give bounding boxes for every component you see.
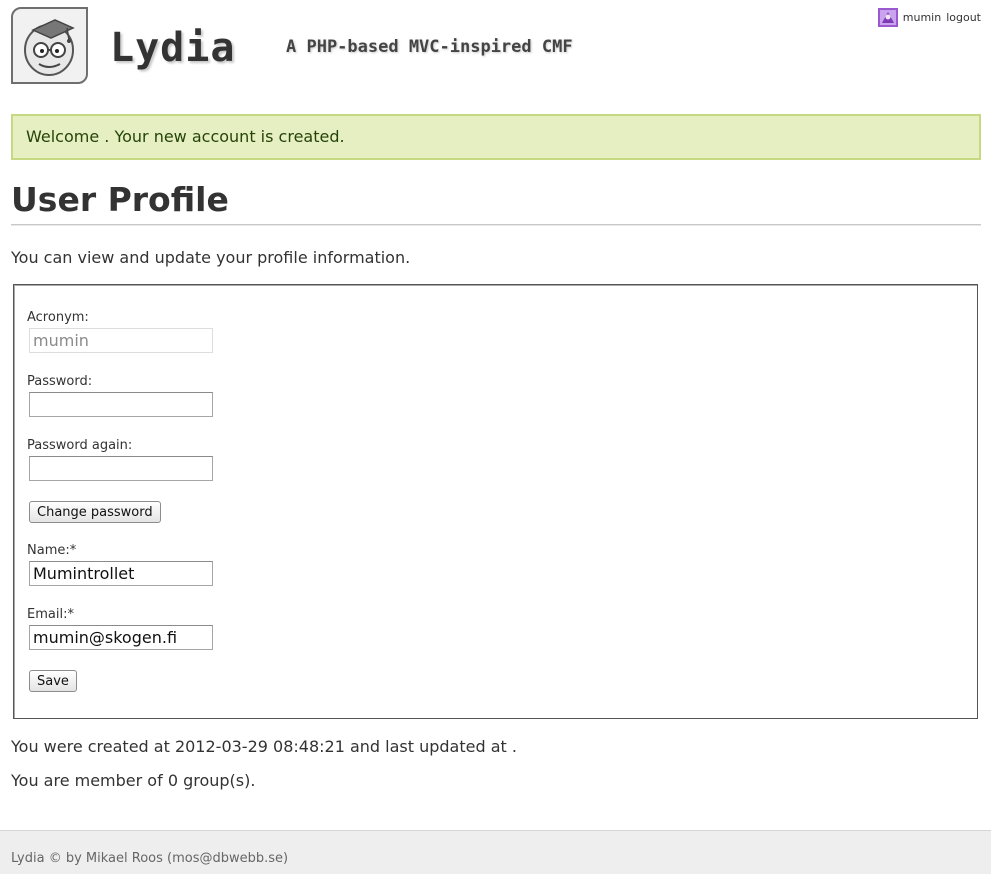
- logout-link[interactable]: logout: [946, 11, 981, 24]
- password-label: Password:: [27, 374, 93, 389]
- name-label: Name:*: [27, 543, 77, 558]
- acronym-field[interactable]: [29, 328, 213, 353]
- site-logo[interactable]: [11, 7, 88, 84]
- site-footer: Lydia © by Mikael Roos (mos@dbwebb.se): [0, 830, 991, 874]
- acronym-label: Acronym:: [27, 310, 89, 325]
- save-button[interactable]: Save: [29, 670, 77, 692]
- password-again-label: Password again:: [27, 438, 133, 453]
- title-divider: [11, 224, 981, 226]
- gravatar-icon[interactable]: [877, 8, 898, 27]
- page-title: User Profile: [11, 180, 229, 219]
- intro-text: You can view and update your profile inf…: [11, 248, 411, 267]
- change-password-button[interactable]: Change password: [29, 501, 161, 523]
- profile-form: Acronym: Password: Password again: Chang…: [13, 284, 978, 719]
- site-slogan: A PHP-based MVC-inspired CMF: [286, 37, 573, 57]
- success-flash-message: Welcome . Your new account is created.: [11, 114, 981, 160]
- password-again-field[interactable]: [29, 456, 213, 481]
- footer-text: Lydia © by Mikael Roos (mos@dbwebb.se): [11, 851, 289, 866]
- account-timestamps: You were created at 2012-03-29 08:48:21 …: [11, 737, 517, 756]
- site-title[interactable]: Lydia: [110, 24, 235, 72]
- login-menu: mumin logout: [877, 8, 981, 27]
- password-field[interactable]: [29, 392, 213, 417]
- lydia-face-logo-icon: [24, 19, 75, 76]
- email-label: Email:*: [27, 607, 74, 622]
- email-field[interactable]: [29, 625, 213, 650]
- group-membership: You are member of 0 group(s).: [11, 771, 256, 790]
- profile-link[interactable]: mumin: [903, 11, 941, 24]
- name-field[interactable]: [29, 561, 213, 586]
